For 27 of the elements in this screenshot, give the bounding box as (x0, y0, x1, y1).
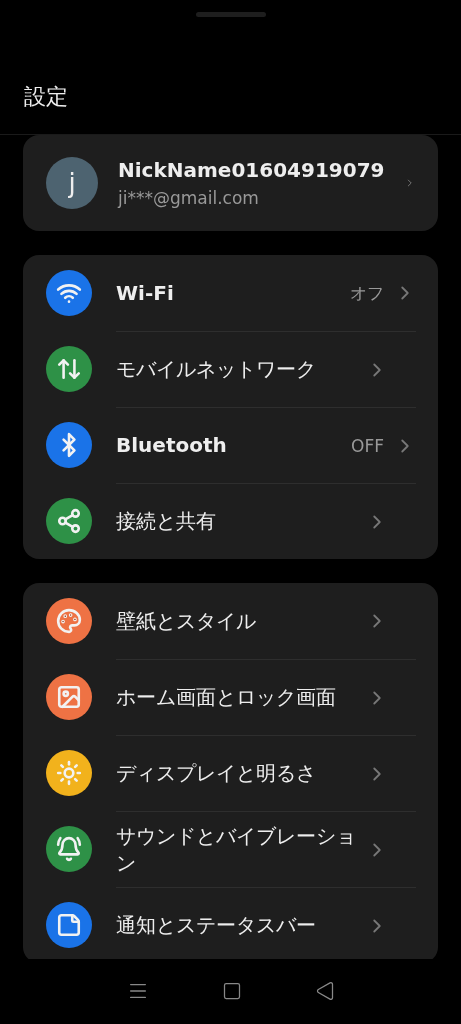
item-label: 接続と共有 (116, 508, 217, 535)
settings-item[interactable]: ディスプレイと明るさ (23, 735, 438, 811)
item-value: OFF (351, 435, 384, 456)
settings-item[interactable]: Bluetooth OFF (23, 407, 438, 483)
settings-item[interactable]: サウンドとバイブレーション (23, 811, 438, 887)
home-icon[interactable] (221, 981, 242, 1001)
page-title: 設定 (24, 83, 68, 111)
avatar: j (46, 157, 98, 209)
item-label: ディスプレイと明るさ (116, 760, 317, 787)
item-label: サウンドとバイブレーション (116, 822, 356, 877)
item-label: 通知とステータスバー (116, 912, 317, 939)
settings-item[interactable]: ホーム画面とロック画面 (23, 659, 438, 735)
settings-item[interactable]: Wi-Fi オフ (23, 255, 438, 331)
item-label: Wi-Fi (116, 279, 175, 307)
item-value: オフ (350, 281, 384, 305)
item-label: 壁紙とスタイル (116, 607, 257, 635)
settings-item[interactable]: 壁紙とスタイル (23, 583, 438, 659)
back-icon[interactable] (314, 981, 335, 1001)
account-name: NickName01604919079 (118, 158, 385, 182)
item-label: ホーム画面とロック画面 (116, 684, 337, 711)
item-label: Bluetooth (116, 432, 228, 459)
account-card[interactable]: j NickName01604919079 ji***@gmail.com (23, 135, 438, 231)
item-label: モバイルネットワーク (116, 356, 317, 383)
settings-item[interactable]: 接続と共有 (23, 483, 438, 559)
settings-item[interactable]: モバイルネットワーク (23, 331, 438, 407)
notch-bar (195, 12, 266, 17)
account-email: ji***@gmail.com (118, 188, 260, 208)
